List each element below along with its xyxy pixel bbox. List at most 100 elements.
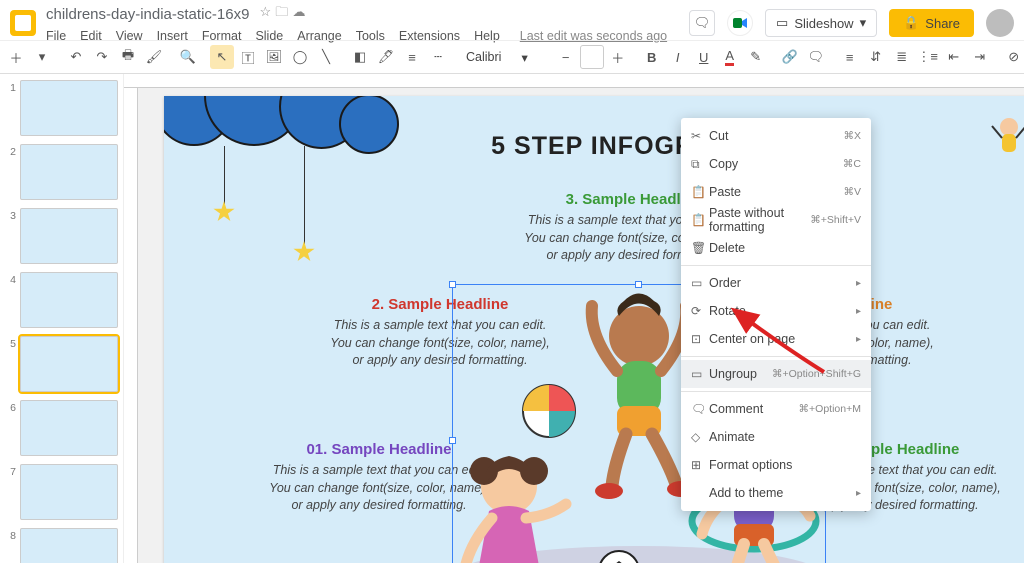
link-button[interactable]: 🔗 <box>778 45 802 69</box>
horizontal-ruler <box>124 74 1024 88</box>
ctx-label: Rotate <box>709 304 856 318</box>
bullet-list-button[interactable]: ⋮≡ <box>916 45 940 69</box>
ctx-order[interactable]: ▭ Order ▸ <box>681 269 871 297</box>
increase-font-button[interactable]: ＋ <box>606 45 630 69</box>
thumb-number: 7 <box>4 464 16 520</box>
slide-thumbnail-1[interactable] <box>20 80 118 136</box>
ctx-animate[interactable]: ◇ Animate <box>681 423 871 451</box>
select-tool[interactable]: ↖ <box>210 45 234 69</box>
comment-history-button[interactable]: 🗨 <box>689 10 715 36</box>
bold-button[interactable]: B <box>640 45 664 69</box>
ctx-label: Delete <box>709 241 861 255</box>
slide-thumbnail-5[interactable] <box>20 336 118 392</box>
star-icon[interactable]: ☆ <box>259 4 271 19</box>
paste-icon: 📋 <box>691 185 709 199</box>
ctx-shortcut: ⌘+Option+Shift+G <box>772 368 861 380</box>
comment-button[interactable]: 🗨 <box>804 45 828 69</box>
paste-without-formatting-icon: 📋 <box>691 213 709 227</box>
chevron-down-icon[interactable]: ▾ <box>30 45 54 69</box>
present-icon: ▭ <box>776 15 788 31</box>
decrease-font-button[interactable]: − <box>554 45 578 69</box>
textbox-tool[interactable]: 🅃 <box>236 45 260 69</box>
share-button[interactable]: 🔒 Share <box>889 9 974 37</box>
border-weight-button[interactable]: ≡ <box>400 45 424 69</box>
cut-icon: ✂ <box>691 129 709 143</box>
slide-thumbnail-panel[interactable]: 1 2 3 4 5 6 7 8 <box>0 74 124 563</box>
ctx-label: Paste without formatting <box>709 206 810 234</box>
order-icon: ▭ <box>691 276 709 290</box>
slide-thumbnail-4[interactable] <box>20 272 118 328</box>
paint-format-button[interactable]: 🖌 <box>142 45 166 69</box>
slide-thumbnail-3[interactable] <box>20 208 118 264</box>
ctx-paste-without-formatting[interactable]: 📋 Paste without formatting ⌘+Shift+V <box>681 206 871 234</box>
star-icon <box>293 241 315 263</box>
chevron-down-icon: ▾ <box>860 15 867 31</box>
line-tool[interactable]: ╲ <box>314 45 338 69</box>
redo-button[interactable]: ↷ <box>90 45 114 69</box>
cloud-icon[interactable]: ☁ <box>292 4 305 19</box>
highlight-button[interactable]: ✎ <box>744 45 768 69</box>
ctx-delete[interactable]: 🗑 Delete <box>681 234 871 262</box>
slide-thumbnail-8[interactable] <box>20 528 118 563</box>
image-tool[interactable]: 🖼 <box>262 45 286 69</box>
chevron-right-icon: ▸ <box>856 334 861 345</box>
text-color-button[interactable]: A <box>718 45 742 69</box>
ctx-paste[interactable]: 📋 Paste ⌘V <box>681 178 871 206</box>
underline-button[interactable]: U <box>692 45 716 69</box>
font-size-input[interactable] <box>580 45 604 69</box>
ctx-shortcut: ⌘V <box>843 186 861 198</box>
animate-icon: ◇ <box>691 430 709 444</box>
slide-thumbnail-7[interactable] <box>20 464 118 520</box>
ctx-add-to-theme[interactable]: Add to theme ▸ <box>681 479 871 507</box>
ctx-copy[interactable]: ⧉ Copy ⌘C <box>681 150 871 178</box>
slide-title: 5 STEP INFOGRAPHIC <box>164 132 1024 161</box>
ctx-label: Format options <box>709 458 861 472</box>
slideshow-button[interactable]: ▭ Slideshow ▾ <box>765 9 877 37</box>
align-button[interactable]: ≡ <box>838 45 862 69</box>
ctx-label: Center on page <box>709 332 856 346</box>
slide-thumbnail-6[interactable] <box>20 400 118 456</box>
move-icon[interactable]: 🗀 <box>275 4 288 19</box>
ctx-rotate[interactable]: ⟳ Rotate ▸ <box>681 297 871 325</box>
slides-logo[interactable] <box>10 10 36 36</box>
ctx-label: Order <box>709 276 856 290</box>
ctx-label: Add to theme <box>709 486 856 500</box>
print-button[interactable]: 🖶 <box>116 45 140 69</box>
line-spacing-button[interactable]: ⇵ <box>864 45 888 69</box>
lock-icon: 🔒 <box>903 15 919 31</box>
slide-thumbnail-2[interactable] <box>20 144 118 200</box>
context-menu[interactable]: ✂ Cut ⌘X ⧉ Copy ⌘C 📋 Paste ⌘V 📋 Paste wi… <box>681 118 871 511</box>
border-dash-button[interactable]: ┄ <box>426 45 450 69</box>
meet-button[interactable] <box>727 10 753 36</box>
fill-color-button[interactable]: ◧ <box>348 45 372 69</box>
ctx-shortcut: ⌘+Shift+V <box>810 214 861 226</box>
thumb-number: 3 <box>4 208 16 264</box>
zoom-button[interactable]: 🔍 <box>176 45 200 69</box>
ctx-label: Ungroup <box>709 367 772 381</box>
ctx-shortcut: ⌘X <box>843 130 861 142</box>
ctx-ungroup[interactable]: ▭ Ungroup ⌘+Option+Shift+G <box>681 360 871 388</box>
ctx-center-on-page[interactable]: ⊡ Center on page ▸ <box>681 325 871 353</box>
slideshow-label: Slideshow <box>794 16 853 31</box>
ctx-comment[interactable]: 🗨 Comment ⌘+Option+M <box>681 395 871 423</box>
copy-icon: ⧉ <box>691 157 709 172</box>
thumb-number: 6 <box>4 400 16 456</box>
vertical-ruler <box>124 88 138 563</box>
font-family-select[interactable]: Calibri ▾ <box>460 46 544 68</box>
indent-dec-button[interactable]: ⇤ <box>942 45 966 69</box>
undo-button[interactable]: ↶ <box>64 45 88 69</box>
ctx-cut[interactable]: ✂ Cut ⌘X <box>681 122 871 150</box>
shape-tool[interactable]: ◯ <box>288 45 312 69</box>
indent-inc-button[interactable]: ⇥ <box>968 45 992 69</box>
toolbar: ＋ ▾ ↶ ↷ 🖶 🖌 🔍 ↖ 🅃 🖼 ◯ ╲ ◧ 🖊 ≡ ┄ Calibri … <box>0 40 1024 74</box>
ctx-format-options[interactable]: ⊞ Format options <box>681 451 871 479</box>
account-avatar[interactable] <box>986 9 1014 37</box>
slide-canvas[interactable]: 5 STEP INFOGRAPHIC 01. Sample Headline T… <box>164 96 1024 563</box>
center-on-page-icon: ⊡ <box>691 332 709 346</box>
italic-button[interactable]: I <box>666 45 690 69</box>
document-title[interactable]: childrens-day-india-static-16x9 <box>46 6 249 23</box>
new-slide-button[interactable]: ＋ <box>4 45 28 69</box>
list-button[interactable]: ≣ <box>890 45 914 69</box>
border-color-button[interactable]: 🖊 <box>374 45 398 69</box>
clear-format-button[interactable]: ⊘ <box>1002 45 1024 69</box>
